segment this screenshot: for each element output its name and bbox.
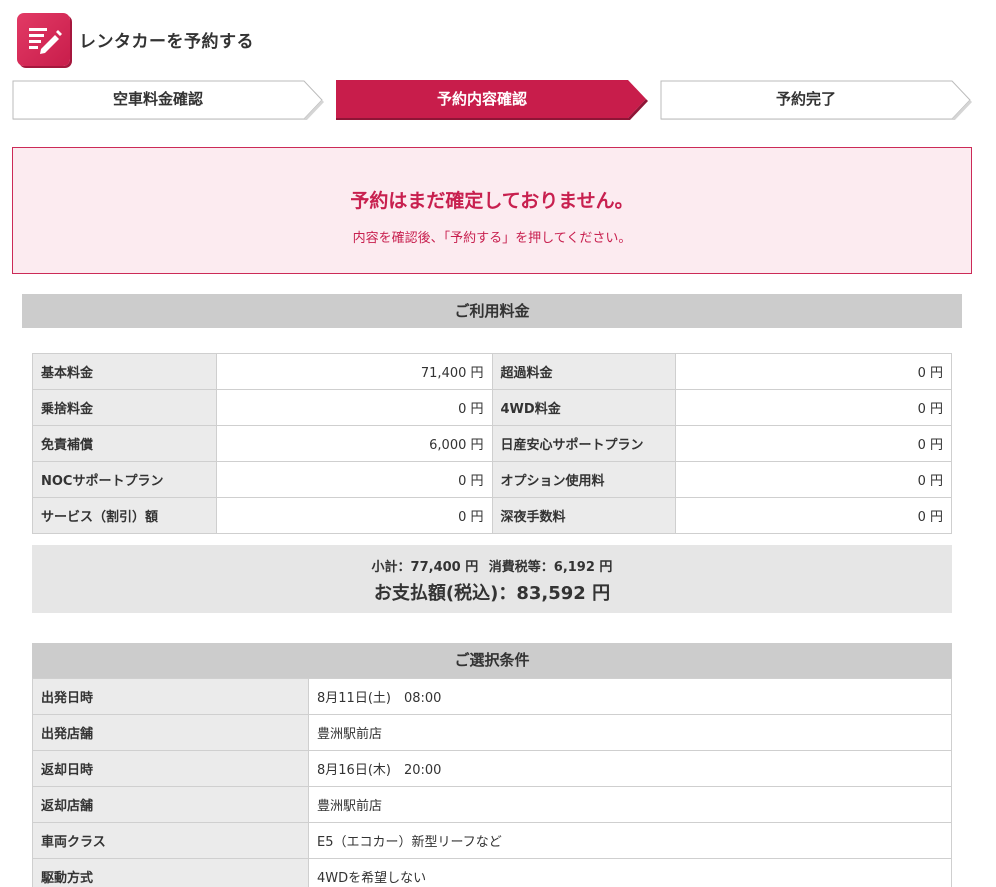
fee-value: 0 円 (675, 461, 952, 498)
fee-label: 深夜手数料 (491, 497, 677, 534)
condition-label: 駆動方式 (32, 858, 309, 887)
fee-label: NOCサポートプラン (32, 461, 217, 498)
condition-value: 豊洲駅前店 (308, 786, 952, 823)
conditions-table: 出発日時 8月11日(土) 08:00 出発店舗 豊洲駅前店 返却日時 8月16… (32, 678, 952, 887)
fee-value: 0 円 (675, 425, 952, 462)
condition-value: 8月11日(土) 08:00 (308, 678, 952, 715)
table-row: 車両クラス E5（エコカー）新型リーフなど (32, 822, 952, 859)
fee-value: 0 円 (675, 497, 952, 534)
step-confirm-reservation: 予約内容確認 (336, 80, 648, 120)
fee-value: 0 円 (675, 353, 952, 390)
table-row: 返却日時 8月16日(木) 20:00 (32, 750, 952, 787)
table-row: 基本料金 71,400 円 超過料金 0 円 (32, 353, 952, 390)
table-row: 免責補償 6,000 円 日産安心サポートプラン 0 円 (32, 425, 952, 462)
step-vacancy-check: 空車料金確認 (12, 80, 324, 120)
fee-label: 超過料金 (491, 353, 677, 390)
fee-label: 免責補償 (32, 425, 217, 462)
table-row: 駆動方式 4WDを希望しない (32, 858, 952, 887)
fees-section-title: ご利用料金 (22, 294, 962, 328)
condition-value: E5（エコカー）新型リーフなど (308, 822, 952, 859)
fee-value: 0 円 (215, 461, 493, 498)
fee-value: 0 円 (215, 389, 493, 426)
condition-value: 4WDを希望しない (308, 858, 952, 887)
condition-label: 車両クラス (32, 822, 309, 859)
fee-label: 日産安心サポートプラン (491, 425, 677, 462)
conditions-section-title: ご選択条件 (32, 643, 952, 678)
fee-label: 基本料金 (32, 353, 217, 390)
fee-label: 乗捨料金 (32, 389, 217, 426)
table-row: 出発日時 8月11日(土) 08:00 (32, 678, 952, 715)
fees-table: 基本料金 71,400 円 超過料金 0 円 乗捨料金 0 円 4WD料金 0 … (32, 353, 952, 534)
edit-icon (17, 12, 70, 66)
step-label: 予約完了 (775, 90, 836, 108)
total-amount: お支払額(税込)：83,592 円 (373, 583, 611, 604)
step-complete: 予約完了 (660, 80, 972, 120)
table-row: 乗捨料金 0 円 4WD料金 0 円 (32, 389, 952, 426)
progress-steps: 空車料金確認 予約内容確認 予約完了 (12, 80, 972, 120)
fee-value: 71,400 円 (215, 353, 493, 390)
table-row: 返却店舗 豊洲駅前店 (32, 786, 952, 823)
condition-label: 返却店舗 (32, 786, 309, 823)
step-label: 空車料金確認 (112, 90, 203, 108)
payment-summary: 小計：77,400 円 消費税等：6,192 円 お支払額(税込)：83,592… (32, 545, 952, 613)
subtotal-line: 小計：77,400 円 消費税等：6,192 円 (32, 556, 952, 575)
fee-value: 0 円 (215, 497, 493, 534)
step-label: 予約内容確認 (436, 90, 527, 108)
fee-value: 0 円 (675, 389, 952, 426)
notice-subtitle: 内容を確認後、「予約する」を押してください。 (352, 231, 632, 246)
subtotal: 小計：77,400 円 (371, 560, 479, 575)
condition-value: 8月16日(木) 20:00 (308, 750, 952, 787)
fee-value: 6,000 円 (215, 425, 493, 462)
condition-value: 豊洲駅前店 (308, 714, 952, 751)
page-title: レンタカーを予約する (79, 31, 254, 52)
condition-label: 出発店舗 (32, 714, 309, 751)
condition-label: 返却日時 (32, 750, 309, 787)
table-row: NOCサポートプラン 0 円 オプション使用料 0 円 (32, 461, 952, 498)
tax: 消費税等：6,192 円 (488, 560, 613, 575)
table-row: サービス（割引）額 0 円 深夜手数料 0 円 (32, 497, 952, 534)
notice-title: 予約はまだ確定しておりません。 (350, 190, 634, 212)
table-row: 出発店舗 豊洲駅前店 (32, 714, 952, 751)
fee-label: 4WD料金 (491, 389, 677, 426)
fee-label: オプション使用料 (491, 461, 677, 498)
condition-label: 出発日時 (32, 678, 309, 715)
not-confirmed-notice: 予約はまだ確定しておりません。 内容を確認後、「予約する」を押してください。 (12, 147, 972, 274)
fee-label: サービス（割引）額 (32, 497, 217, 534)
page-header: レンタカーを予約する (17, 12, 254, 66)
